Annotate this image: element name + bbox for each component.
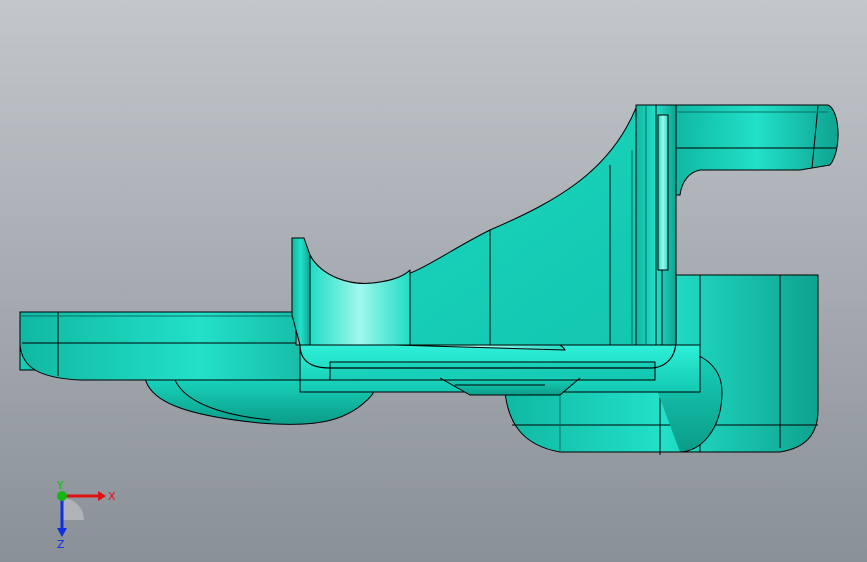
cylinder-highlight	[309, 254, 411, 346]
axis-triad: X Y Z	[56, 480, 116, 550]
3d-viewport[interactable]: X Y Z	[0, 0, 867, 562]
y-axis-label: Y	[56, 480, 64, 492]
z-axis-label: Z	[57, 538, 65, 550]
part-model[interactable]	[0, 0, 867, 562]
y-axis-icon	[57, 491, 67, 501]
x-axis-label: X	[108, 490, 116, 503]
